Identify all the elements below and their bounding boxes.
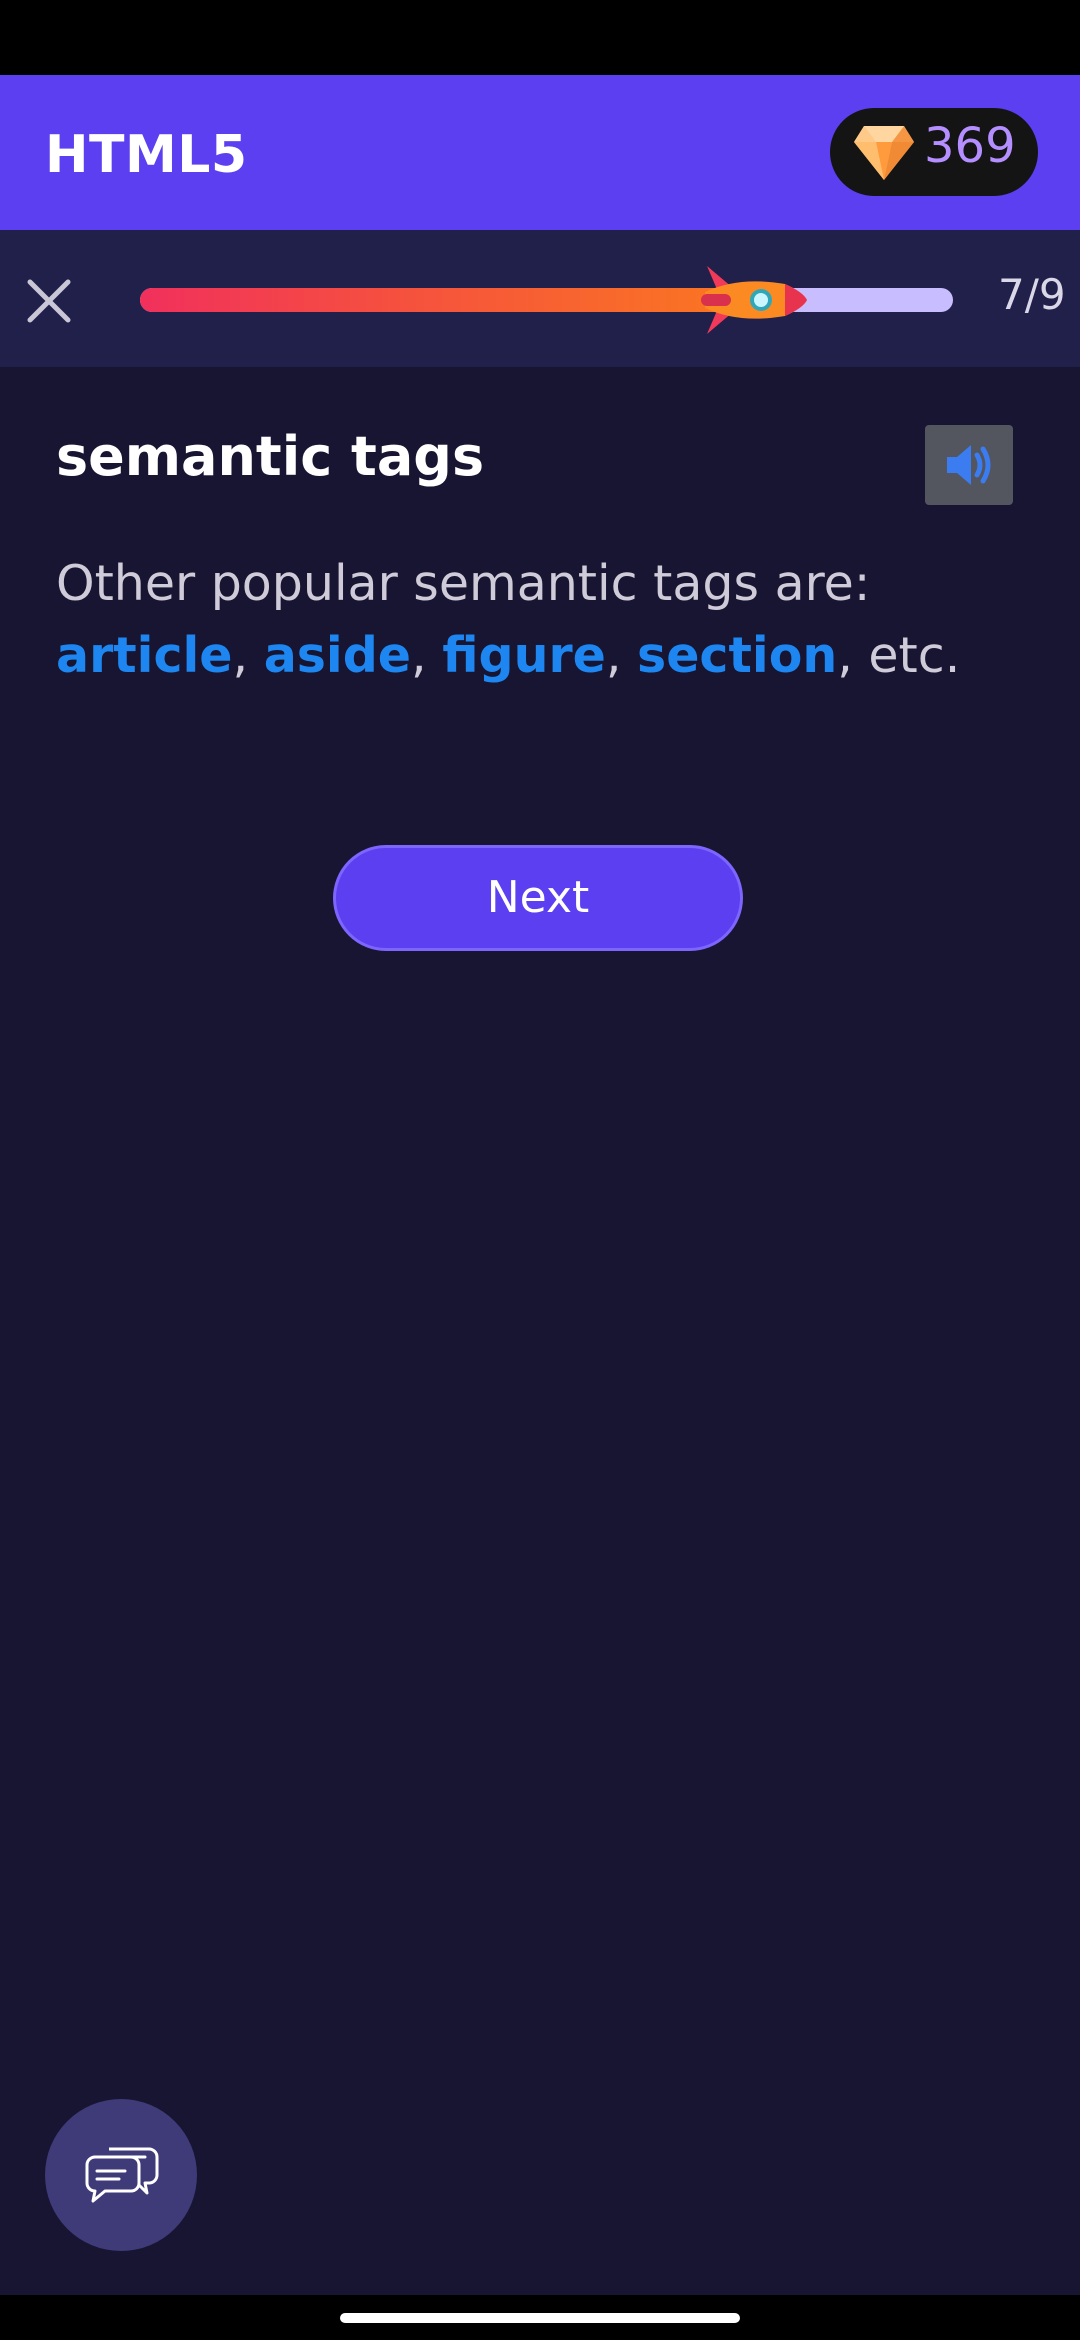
gem-count: 369 [924,118,1016,174]
tag-link-figure[interactable]: figure [442,627,606,684]
diamond-icon [854,126,914,180]
progress-fill [140,288,775,312]
gem-counter[interactable]: 369 [830,108,1038,196]
lesson-text-outro: , etc. [837,627,961,684]
status-bar [0,0,1080,75]
chat-bubbles-icon [85,2147,159,2203]
close-icon[interactable] [22,274,76,328]
tag-link-section[interactable]: section [637,627,837,684]
separator: , [411,627,443,684]
home-indicator[interactable] [340,2313,740,2323]
speaker-icon [947,445,991,485]
audio-button[interactable] [925,425,1013,505]
lesson-progress-bar: 7/9 [0,230,1080,367]
separator: , [232,627,264,684]
progress-track [140,266,953,334]
tag-link-article[interactable]: article [56,627,233,684]
lesson-text-intro: Other popular semantic tags are: [56,555,871,612]
tag-link-aside[interactable]: aside [264,627,411,684]
app-header: HTML5 369 [0,75,1080,230]
separator: , [605,627,638,684]
progress-counter: 7/9 [998,270,1066,319]
next-button[interactable]: Next [333,845,743,951]
course-title: HTML5 [45,125,248,185]
lesson-text: Other popular semantic tags are: article… [56,548,1036,692]
chat-button[interactable] [45,2099,197,2251]
rocket-icon [701,266,808,334]
lesson-title: semantic tags [56,425,485,488]
